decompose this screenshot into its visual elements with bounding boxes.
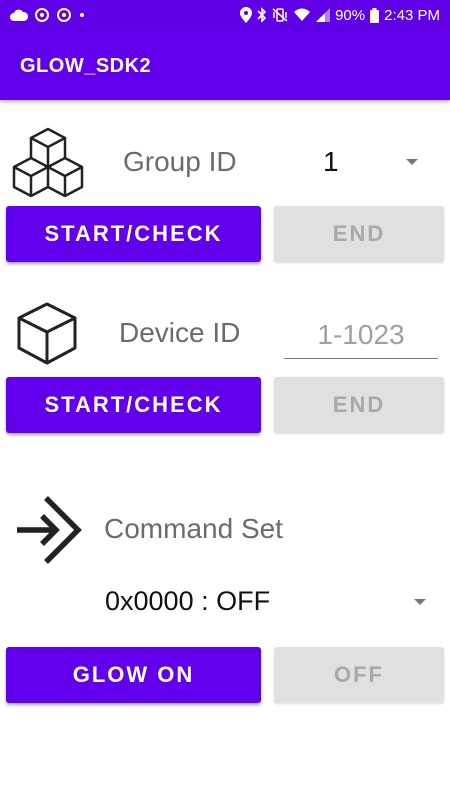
group-id-value: 1 — [323, 146, 339, 177]
sync-icon — [35, 8, 49, 22]
command-set-label: Command Set — [104, 513, 283, 544]
location-icon — [240, 7, 253, 23]
cubes-icon — [12, 127, 84, 197]
app-title: GLOW_SDK2 — [20, 55, 152, 77]
group-id-label: Group ID — [123, 146, 237, 177]
off-button[interactable]: OFF — [274, 647, 444, 703]
sync-icon — [57, 8, 71, 22]
vibrate-icon — [272, 8, 288, 22]
status-bar: 90% 2:43 PM — [0, 0, 450, 30]
group-id-spinner[interactable]: 1 — [290, 140, 440, 186]
cube-icon — [17, 302, 77, 365]
status-bar-right: 90% 2:43 PM — [240, 6, 440, 24]
battery-percent: 90% — [335, 6, 366, 24]
bluetooth-icon — [257, 7, 267, 23]
chevron-down-icon — [414, 599, 426, 605]
dot-icon — [80, 13, 84, 17]
group-end-button[interactable]: END — [274, 206, 444, 262]
app-bar: GLOW_SDK2 — [0, 30, 450, 100]
device-id-input[interactable] — [284, 316, 438, 359]
chevron-down-icon — [406, 159, 418, 165]
signal-icon — [316, 8, 331, 22]
status-bar-left — [10, 6, 86, 24]
command-set-value: 0x0000 : OFF — [105, 586, 271, 616]
login-arrow-icon — [17, 496, 82, 564]
device-id-label: Device ID — [119, 317, 241, 348]
command-set-spinner[interactable]: 0x0000 : OFF — [100, 582, 440, 626]
device-start-check-button[interactable]: START/CHECK — [6, 377, 261, 433]
battery-icon — [370, 7, 380, 23]
clock: 2:43 PM — [384, 6, 440, 24]
wifi-icon — [294, 8, 311, 21]
cloud-icon — [10, 9, 28, 21]
glow-on-button[interactable]: GLOW ON — [6, 647, 261, 703]
group-start-check-button[interactable]: START/CHECK — [6, 206, 261, 262]
device-end-button[interactable]: END — [274, 377, 444, 433]
